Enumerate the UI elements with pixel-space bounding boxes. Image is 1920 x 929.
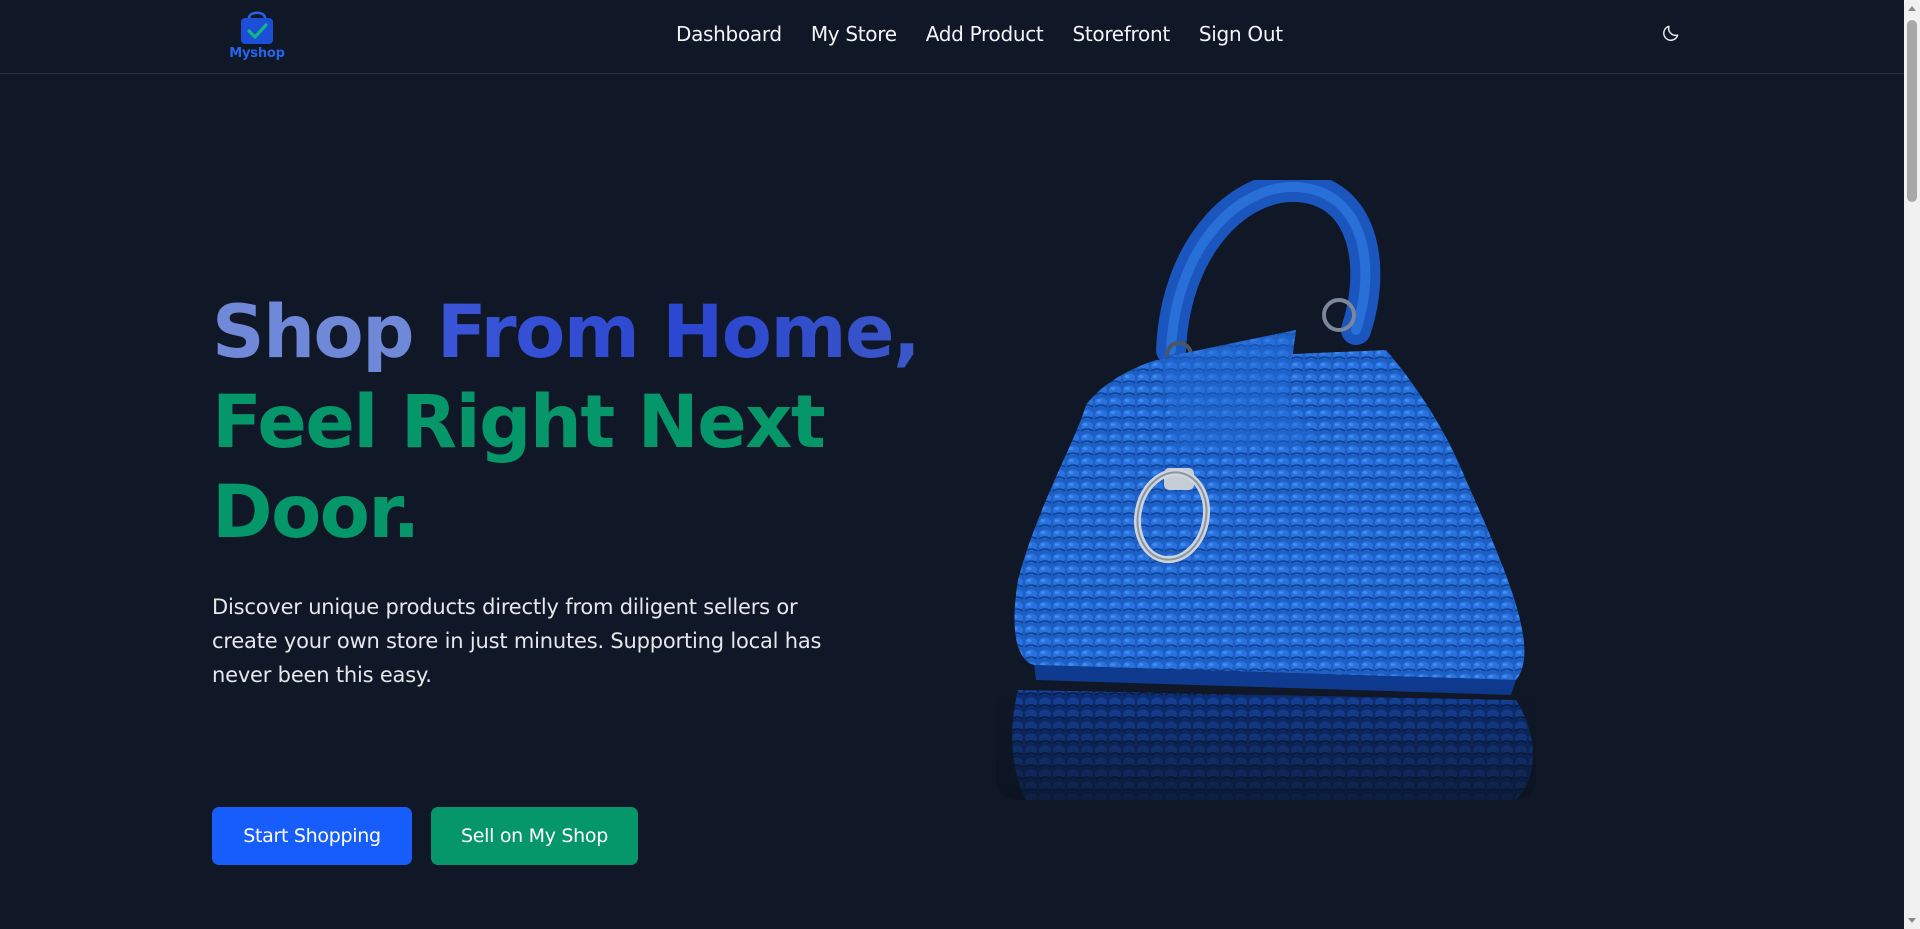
nav-link-sign-out[interactable]: Sign Out: [1199, 20, 1283, 48]
nav-link-my-store[interactable]: My Store: [811, 20, 897, 48]
nav-link-add-product[interactable]: Add Product: [926, 20, 1044, 48]
page: Myshop Dashboard My Store Add Product St…: [0, 0, 1920, 929]
moon-icon: [1663, 25, 1679, 41]
top-navbar: Myshop Dashboard My Store Add Product St…: [0, 0, 1904, 74]
headline-shop: Shop: [212, 290, 437, 375]
nav-link-dashboard[interactable]: Dashboard: [676, 20, 782, 48]
headline-feel-right-next-door: Feel Right Next Door.: [212, 380, 826, 555]
hero-description: Discover unique products directly from d…: [212, 595, 822, 687]
theme-toggle-button[interactable]: [1661, 23, 1681, 43]
handbag-illustration: [996, 180, 1536, 800]
hero-headline: Shop From Home, Feel Right Next Door.: [212, 288, 932, 558]
brand-name: Myshop: [229, 46, 285, 61]
scroll-up-arrow-icon[interactable]: [1908, 6, 1916, 11]
nav-link-storefront[interactable]: Storefront: [1072, 20, 1170, 48]
scroll-down-arrow-icon[interactable]: [1908, 918, 1916, 923]
headline-from-home: From Home,: [436, 290, 921, 375]
vertical-scrollbar[interactable]: [1904, 0, 1920, 929]
shopping-bag-check-icon: [241, 11, 273, 44]
hero-product-image: [996, 180, 1536, 800]
start-shopping-button[interactable]: Start Shopping: [212, 807, 412, 865]
scrollbar-thumb[interactable]: [1907, 20, 1917, 202]
sell-on-my-shop-button[interactable]: Sell on My Shop: [431, 807, 638, 865]
brand-logo[interactable]: Myshop: [226, 8, 288, 64]
main-nav: Dashboard My Store Add Product Storefron…: [676, 20, 1283, 48]
